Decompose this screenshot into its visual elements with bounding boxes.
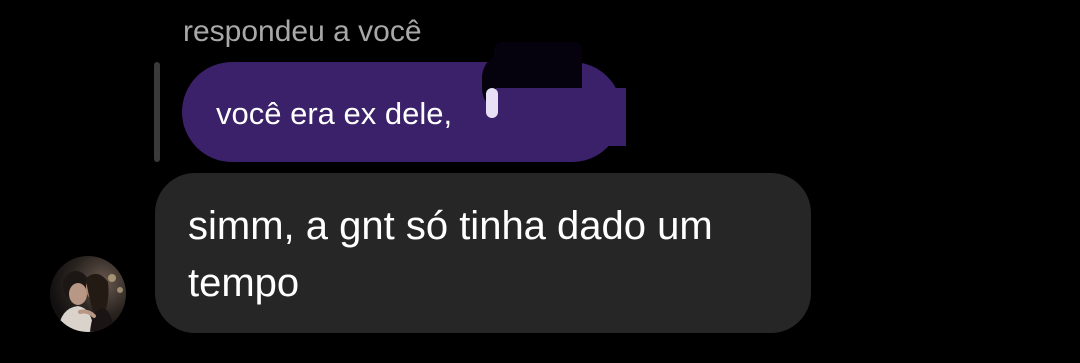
quoted-message-text: você era ex dele, <box>216 96 453 131</box>
reply-message-line-2: tempo <box>188 261 300 305</box>
redaction-highlight <box>486 88 498 118</box>
reply-message-line-1: simm, a gnt só tinha dado um <box>188 204 713 248</box>
quote-indicator-bar <box>154 62 160 162</box>
redaction-overlay <box>496 88 626 146</box>
reply-message-bubble[interactable] <box>155 173 811 333</box>
avatar-photo-icon <box>50 256 126 332</box>
sender-avatar[interactable] <box>50 256 126 332</box>
reply-caption: respondeu a você <box>183 15 422 48</box>
